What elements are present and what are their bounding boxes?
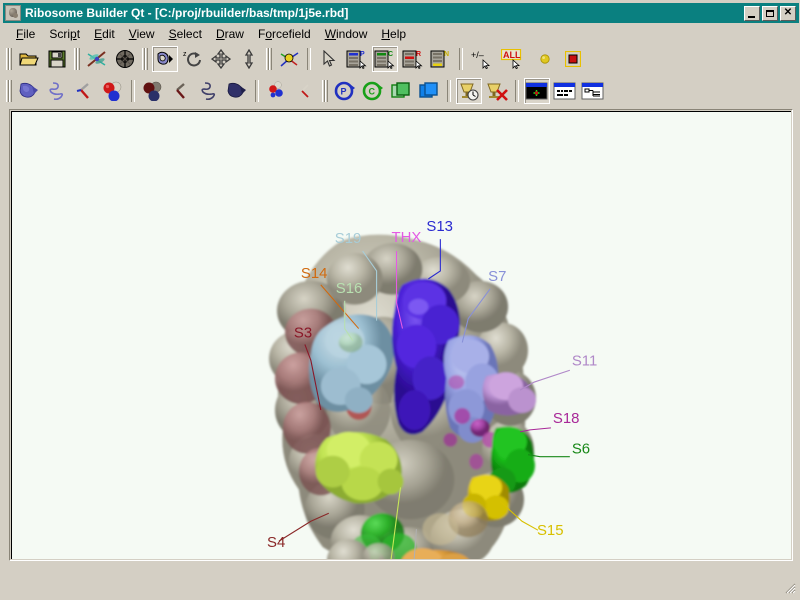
highlight-color-button[interactable] — [560, 46, 586, 72]
svg-text:P: P — [341, 87, 347, 97]
color-fill-button[interactable] — [416, 78, 442, 104]
label-S18: S18 — [553, 410, 580, 427]
molecule-icon — [5, 5, 21, 21]
window-controls: ✕ — [744, 5, 796, 21]
toolbar-grip[interactable] — [5, 48, 12, 70]
label-S3: S3 — [294, 325, 312, 342]
svg-text:ALL: ALL — [503, 50, 521, 60]
toggle-selection-button[interactable]: +/– — [468, 46, 498, 72]
rotate-z-button[interactable]: z — [180, 46, 206, 72]
svg-text:C: C — [369, 87, 376, 97]
menu-item-help[interactable]: Help — [374, 25, 413, 43]
show-3d-view-button[interactable] — [524, 78, 550, 104]
select-protein-button[interactable]: P — [344, 46, 370, 72]
svg-text:+/–: +/– — [471, 50, 484, 60]
menu-item-file[interactable]: File — [9, 25, 42, 43]
select-nucleotide-button[interactable]: N — [428, 46, 454, 72]
title-bar: Ribosome Builder Qt - [C:/proj/rbuilder/… — [3, 3, 799, 23]
spheres-repr-button[interactable] — [100, 78, 126, 104]
menu-item-edit[interactable]: Edit — [87, 25, 122, 43]
toolbar-separator — [307, 48, 311, 70]
color-outline-button[interactable] — [388, 78, 414, 104]
axes-display-button[interactable] — [84, 46, 110, 72]
label-THX: THX — [392, 229, 422, 246]
save-file-button[interactable] — [44, 46, 70, 72]
menu-bar: File Script Edit View Select Draw Forcef… — [3, 24, 799, 43]
toolbar-primary: z P C R N +/– ALL — [3, 44, 799, 74]
close-button[interactable]: ✕ — [780, 5, 796, 21]
ligand-sticks-button[interactable] — [292, 78, 318, 104]
ribosome-structure-render: S19 THX S13 S14 S16 S3 S7 S11 S18 S6 S15… — [12, 112, 791, 559]
menu-item-view[interactable]: View — [122, 25, 162, 43]
svg-text:N: N — [444, 51, 449, 58]
axis-gizmo-button[interactable] — [276, 46, 302, 72]
resize-grip[interactable] — [783, 581, 796, 594]
toolbar-separator — [131, 80, 135, 102]
minimize-button[interactable] — [744, 5, 760, 21]
status-bar — [3, 564, 799, 597]
label-S7: S7 — [488, 268, 506, 285]
toolbar-grip[interactable] — [265, 48, 272, 70]
toolbar-grip[interactable] — [321, 80, 328, 102]
zoom-button[interactable] — [236, 46, 262, 72]
show-tree-button[interactable] — [580, 78, 606, 104]
translate-button[interactable] — [208, 46, 234, 72]
application-window: Ribosome Builder Qt - [C:/proj/rbuilder/… — [0, 0, 800, 600]
rotate-xy-button[interactable] — [152, 46, 178, 72]
label-S14: S14 — [301, 265, 328, 282]
molecular-3d-viewport[interactable]: S19 THX S13 S14 S16 S3 S7 S11 S18 S6 S15… — [11, 111, 791, 559]
toolbar-separator — [255, 80, 259, 102]
hide-spheres-button[interactable] — [140, 78, 166, 104]
select-chain-button[interactable]: C — [372, 46, 398, 72]
label-S19: S19 — [335, 230, 362, 247]
toolbar-separator — [459, 48, 463, 70]
select-residue-button[interactable]: R — [400, 46, 426, 72]
center-view-button[interactable] — [112, 46, 138, 72]
hide-surface-button[interactable] — [224, 78, 250, 104]
svg-text:R: R — [416, 51, 421, 58]
color-by-protein-button[interactable]: P — [332, 78, 358, 104]
backbone-repr-button[interactable] — [44, 78, 70, 104]
menu-item-select[interactable]: Select — [162, 25, 209, 43]
atom-color-button[interactable] — [532, 46, 558, 72]
open-file-button[interactable] — [16, 46, 42, 72]
sticks-repr-button[interactable] — [72, 78, 98, 104]
hide-sticks-button[interactable] — [168, 78, 194, 104]
menu-item-script[interactable]: Script — [42, 25, 87, 43]
render-scene-button[interactable] — [456, 78, 482, 104]
cancel-render-button[interactable] — [484, 78, 510, 104]
menu-item-draw[interactable]: Draw — [209, 25, 251, 43]
label-S13: S13 — [426, 218, 453, 235]
toolbar-secondary: P C — [3, 76, 799, 106]
toolbar-separator — [447, 80, 451, 102]
toolbar-grip[interactable] — [141, 48, 148, 70]
hide-backbone-button[interactable] — [196, 78, 222, 104]
label-S16: S16 — [336, 280, 363, 297]
svg-text:P: P — [360, 51, 365, 58]
menu-item-window[interactable]: Window — [318, 25, 375, 43]
label-S4: S4 — [267, 534, 285, 551]
label-S15: S15 — [537, 522, 564, 539]
label-S11: S11 — [572, 352, 597, 369]
restore-button[interactable] — [762, 5, 778, 21]
color-by-chain-button[interactable]: C — [360, 78, 386, 104]
window-title: Ribosome Builder Qt - [C:/proj/rbuilder/… — [25, 6, 349, 20]
show-console-button[interactable] — [552, 78, 578, 104]
viewport-frame: S19 THX S13 S14 S16 S3 S7 S11 S18 S6 S15… — [9, 109, 793, 561]
select-all-button[interactable]: ALL — [500, 46, 530, 72]
ligand-spheres-button[interactable] — [264, 78, 290, 104]
svg-text:z: z — [183, 51, 187, 58]
surface-repr-button[interactable] — [16, 78, 42, 104]
toolbar-separator — [515, 80, 519, 102]
label-S6: S6 — [572, 441, 590, 458]
toolbar-grip[interactable] — [5, 80, 12, 102]
svg-text:C: C — [388, 51, 393, 58]
pick-pointer-button[interactable] — [316, 46, 342, 72]
toolbar-grip[interactable] — [73, 48, 80, 70]
menu-item-forcefield[interactable]: Forcefield — [251, 25, 318, 43]
